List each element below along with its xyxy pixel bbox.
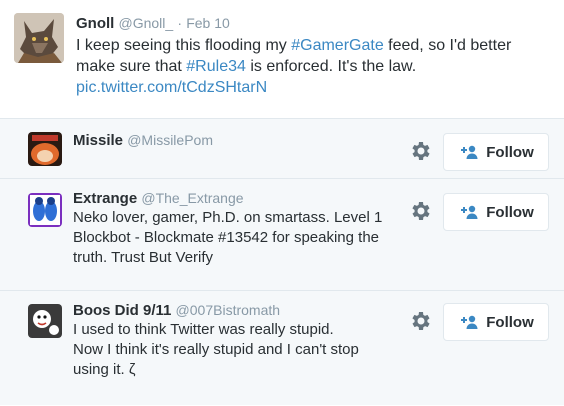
hashtag-rule34[interactable]: #Rule34: [186, 58, 246, 75]
add-person-icon: [461, 145, 478, 159]
tweet-text-part: I keep seeing this flooding my: [76, 37, 292, 54]
timestamp[interactable]: Feb 10: [186, 15, 230, 31]
user-name[interactable]: Missile: [73, 132, 123, 149]
user-handle[interactable]: @MissilePom: [127, 132, 213, 148]
ghost-avatar-icon: [28, 304, 62, 338]
user-meta: Extrange @The_Extrange: [73, 188, 244, 209]
add-person-icon: [461, 315, 478, 329]
add-person-icon: [461, 205, 478, 219]
cartoon-avatar-icon: [28, 132, 62, 166]
follow-button[interactable]: Follow: [443, 133, 549, 171]
avatar[interactable]: [28, 304, 62, 338]
who-to-follow-list: Missile @MissilePom Follow Extrange @The…: [0, 118, 564, 405]
user-meta: Missile @MissilePom: [73, 130, 213, 151]
list-item: Missile @MissilePom Follow: [0, 118, 564, 179]
follow-label: Follow: [486, 143, 534, 161]
list-item: Extrange @The_Extrange Neko lover, gamer…: [0, 178, 564, 291]
user-handle[interactable]: @Gnoll_: [119, 15, 174, 31]
wolf-avatar-icon: [14, 13, 64, 63]
tweet-header: Gnoll @Gnoll_ · Feb 10: [76, 14, 230, 33]
tweet-text: I keep seeing this flooding my #GamerGat…: [76, 35, 546, 98]
gear-icon[interactable]: [408, 199, 432, 223]
avatar[interactable]: [14, 13, 64, 63]
user-handle[interactable]: @The_Extrange: [141, 190, 243, 206]
tweet: Gnoll @Gnoll_ · Feb 10 I keep seeing thi…: [0, 0, 564, 118]
user-bio: I used to think Twitter was really stupi…: [73, 321, 359, 378]
user-bio: Neko lover, gamer, Ph.D. on smartass. Le…: [73, 209, 383, 266]
hashtag-gamergate[interactable]: #GamerGate: [291, 37, 383, 54]
list-item: Boos Did 9/11 @007Bistromath I used to t…: [0, 290, 564, 406]
user-name[interactable]: Gnoll: [76, 15, 114, 32]
separator: ·: [177, 15, 183, 31]
user-name[interactable]: Boos Did 9/11: [73, 302, 171, 319]
tweet-text-part: is enforced. It's the law.: [245, 58, 417, 75]
follow-label: Follow: [486, 203, 534, 221]
follow-button[interactable]: Follow: [443, 303, 549, 341]
follow-label: Follow: [486, 313, 534, 331]
follow-button[interactable]: Follow: [443, 193, 549, 231]
avatar[interactable]: [28, 193, 62, 227]
user-name[interactable]: Extrange: [73, 190, 137, 207]
gear-icon[interactable]: [408, 309, 432, 333]
user-handle[interactable]: @007Bistromath: [176, 302, 280, 318]
boxers-avatar-icon: [28, 193, 62, 227]
avatar[interactable]: [28, 132, 62, 166]
media-link[interactable]: pic.twitter.com/tCdzSHtarN: [76, 79, 267, 96]
gear-icon[interactable]: [408, 139, 432, 163]
user-meta: Boos Did 9/11 @007Bistromath: [73, 300, 280, 321]
